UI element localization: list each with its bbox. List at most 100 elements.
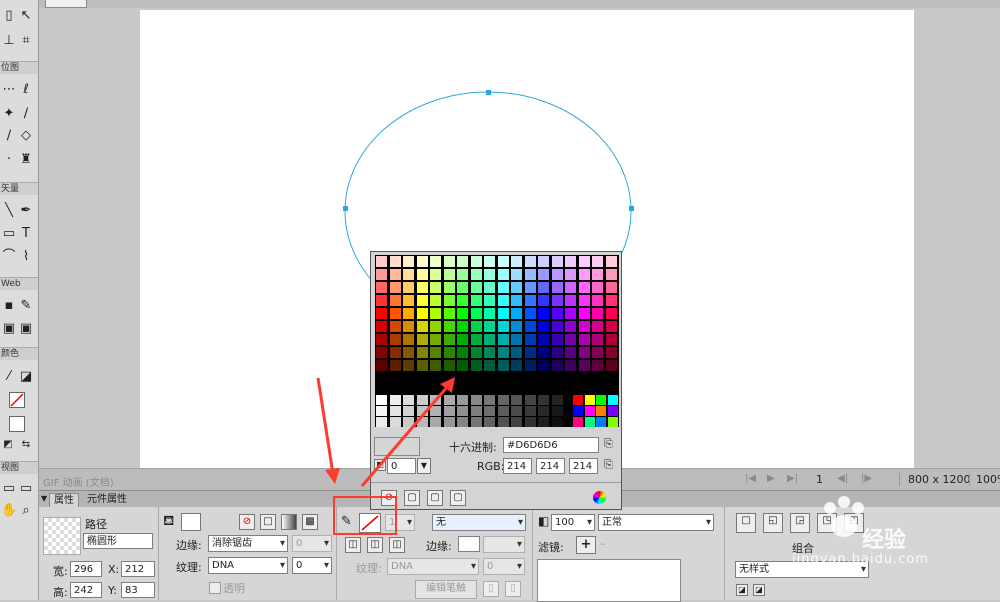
color-swatch[interactable] xyxy=(484,334,495,345)
color-swatch[interactable] xyxy=(538,295,549,306)
hotspot-tool-icon[interactable]: ▪ xyxy=(1,298,17,314)
color-swatch[interactable] xyxy=(511,269,522,280)
color-swatch[interactable] xyxy=(470,282,482,293)
gray-swatch[interactable] xyxy=(376,395,387,405)
stroke-style-button-2[interactable]: ▢ xyxy=(427,490,443,506)
gray-swatch[interactable] xyxy=(416,406,428,416)
color-swatch[interactable] xyxy=(376,295,387,306)
lasso-tool-icon[interactable]: ℓ xyxy=(18,82,34,98)
color-swatch[interactable] xyxy=(416,295,428,306)
add-filter-button[interactable]: + xyxy=(576,536,596,554)
color-swatch[interactable] xyxy=(565,282,576,293)
color-swatch[interactable] xyxy=(416,308,428,319)
color-swatch[interactable] xyxy=(605,321,617,332)
color-swatch[interactable] xyxy=(376,321,387,332)
stroke-texture-amount-select[interactable]: 0 xyxy=(483,558,525,575)
color-swatch[interactable] xyxy=(538,334,549,345)
tab-symbol-properties[interactable]: 元件属性 xyxy=(83,493,131,507)
remove-filter-icon[interactable]: – xyxy=(600,537,606,550)
object-name-field[interactable]: 椭圆形 xyxy=(83,533,153,549)
color-swatch[interactable] xyxy=(376,334,387,345)
gray-swatch[interactable] xyxy=(470,406,482,416)
color-swatch[interactable] xyxy=(497,347,509,358)
color-swatch[interactable] xyxy=(484,282,495,293)
color-swatch[interactable] xyxy=(443,256,455,267)
gray-swatch[interactable] xyxy=(416,395,428,405)
gray-swatch[interactable] xyxy=(443,395,455,405)
color-swatch[interactable] xyxy=(565,334,576,345)
color-swatch[interactable] xyxy=(551,321,563,332)
color-swatch[interactable] xyxy=(524,295,536,306)
color-swatch[interactable] xyxy=(538,360,549,371)
system-color-picker-icon[interactable] xyxy=(593,491,606,504)
color-swatch[interactable] xyxy=(484,321,495,332)
gray-swatch[interactable] xyxy=(376,417,387,427)
color-swatch[interactable] xyxy=(389,334,401,345)
color-swatch[interactable] xyxy=(416,269,428,280)
line-tool-icon[interactable]: ╲ xyxy=(1,203,17,219)
red-field[interactable]: 214 xyxy=(503,458,532,474)
color-swatch[interactable] xyxy=(443,295,455,306)
stroke-color-swatch-icon[interactable] xyxy=(9,392,25,408)
standard-screen-mode-icon[interactable]: ▭ xyxy=(1,481,17,497)
gray-swatch[interactable] xyxy=(497,406,509,416)
color-swatch[interactable] xyxy=(430,334,441,345)
color-swatch[interactable] xyxy=(524,347,536,358)
color-swatch[interactable] xyxy=(403,282,414,293)
color-swatch[interactable] xyxy=(605,360,617,371)
color-swatch[interactable] xyxy=(592,347,603,358)
color-swatch[interactable] xyxy=(403,269,414,280)
gray-swatch[interactable] xyxy=(403,395,414,405)
rectangle-tool-icon[interactable]: ▭ xyxy=(1,226,17,242)
color-swatch[interactable] xyxy=(497,256,509,267)
color-swatch[interactable] xyxy=(578,334,590,345)
color-swatch[interactable] xyxy=(430,347,441,358)
basic-color-swatch[interactable] xyxy=(596,395,606,405)
color-swatch[interactable] xyxy=(538,282,549,293)
collapse-arrow-icon[interactable]: ▼ xyxy=(41,494,47,503)
color-swatch[interactable] xyxy=(430,308,441,319)
color-swatch[interactable] xyxy=(565,360,576,371)
picker-stroke-size-field[interactable]: 0 xyxy=(387,458,416,474)
basic-color-swatch[interactable] xyxy=(596,406,606,416)
color-swatch[interactable] xyxy=(470,334,482,345)
color-swatch[interactable] xyxy=(389,347,401,358)
text-tool-icon[interactable]: T xyxy=(18,226,34,242)
first-frame-icon[interactable]: |◀ xyxy=(745,473,756,484)
edge-select[interactable]: 消除锯齿 xyxy=(208,535,288,552)
color-swatch[interactable] xyxy=(430,360,441,371)
color-swatch[interactable] xyxy=(376,360,387,371)
color-swatch[interactable] xyxy=(403,308,414,319)
zoom-level[interactable]: 100% xyxy=(969,473,1000,486)
color-swatch[interactable] xyxy=(578,308,590,319)
next-frame-icon[interactable]: |▶ xyxy=(861,473,872,484)
color-swatch[interactable] xyxy=(470,347,482,358)
color-swatch[interactable] xyxy=(430,295,441,306)
color-swatch[interactable] xyxy=(592,269,603,280)
color-swatch[interactable] xyxy=(538,269,549,280)
last-frame-icon[interactable]: ▶| xyxy=(787,473,798,484)
color-swatch[interactable] xyxy=(565,269,576,280)
color-swatch[interactable] xyxy=(457,282,468,293)
blend-mode-select[interactable]: 正常 xyxy=(598,514,714,531)
color-swatch[interactable] xyxy=(511,360,522,371)
color-swatch[interactable] xyxy=(511,334,522,345)
basic-color-swatch[interactable] xyxy=(607,406,618,416)
texture-amount-select[interactable]: 0 xyxy=(292,557,332,574)
color-swatch[interactable] xyxy=(524,256,536,267)
color-swatch[interactable] xyxy=(443,282,455,293)
color-swatch[interactable] xyxy=(389,256,401,267)
color-swatch[interactable] xyxy=(551,282,563,293)
crop-tool-icon[interactable]: ⌗ xyxy=(18,33,34,49)
gray-swatch[interactable] xyxy=(511,395,522,405)
color-swatch[interactable] xyxy=(389,360,401,371)
color-swatch[interactable] xyxy=(403,347,414,358)
rubber-stamp-tool-icon[interactable]: ♜ xyxy=(18,152,34,168)
color-swatch[interactable] xyxy=(376,282,387,293)
style-button-1[interactable]: ◪ xyxy=(736,584,748,596)
gray-swatch[interactable] xyxy=(551,395,563,405)
color-swatch[interactable] xyxy=(416,256,428,267)
gray-swatch[interactable] xyxy=(457,417,468,427)
arrange-button-1[interactable]: □ xyxy=(736,513,756,533)
x-field[interactable]: 212 xyxy=(121,561,155,577)
